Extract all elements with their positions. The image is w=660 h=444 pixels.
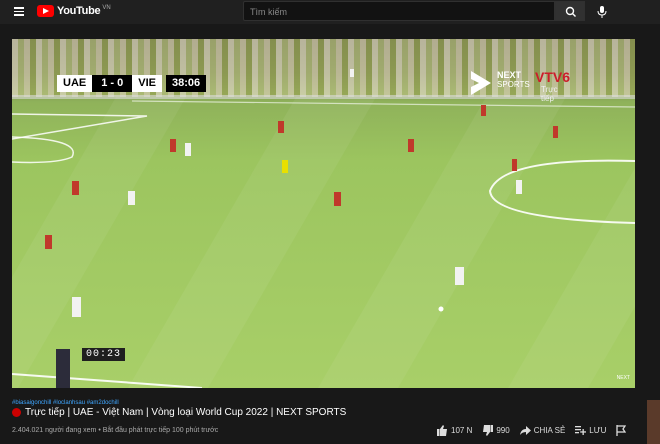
- search-icon: [565, 6, 576, 17]
- hashtags[interactable]: #biasaigonchill #loclanhsau #am2dochill: [12, 400, 119, 406]
- sports-label: SPORTS: [497, 80, 530, 89]
- next-label: NEXT: [497, 70, 522, 80]
- video-player[interactable]: UAE 1 - 0 VIE 38:06 NEXT SPORTS VTV6 Trự…: [12, 39, 635, 388]
- like-button[interactable]: 107 N: [437, 425, 472, 436]
- flag-icon[interactable]: [616, 425, 627, 436]
- vtv-logo: VTV6: [535, 69, 571, 85]
- live-label: Trực tiếp: [541, 85, 558, 103]
- match-clock: 38:06: [165, 75, 207, 92]
- dislike-button[interactable]: 990: [482, 425, 510, 436]
- region-label: VN: [102, 5, 111, 11]
- like-count: 107 N: [451, 426, 473, 435]
- youtube-logo[interactable]: YouTube VN: [37, 5, 111, 17]
- logo-text: YouTube: [57, 5, 101, 17]
- away-team: VIE: [132, 75, 162, 92]
- video-meta: 2.404.021 người đang xem • Bắt đầu phát …: [12, 427, 219, 434]
- microphone-icon[interactable]: [596, 5, 608, 19]
- save-label: LƯU: [589, 426, 607, 435]
- next-sports-logo-icon: [471, 71, 491, 95]
- search-button[interactable]: [555, 1, 585, 21]
- dislike-count: 990: [496, 426, 510, 435]
- top-bar: YouTube VN: [0, 0, 660, 24]
- score: 1 - 0: [92, 75, 133, 92]
- overlay-timer: 00:23: [82, 348, 126, 361]
- share-button[interactable]: CHIA SẺ: [519, 425, 566, 436]
- video-title: Trực tiếp | UAE - Việt Nam | Vòng loại W…: [25, 407, 347, 418]
- search-input[interactable]: [244, 3, 554, 21]
- share-icon: [519, 426, 531, 435]
- share-label: CHIA SẺ: [533, 426, 566, 435]
- live-indicator-icon: [12, 408, 21, 417]
- title-row: Trực tiếp | UAE - Việt Nam | Vòng loại W…: [12, 407, 346, 418]
- thumbs-down-icon: [483, 425, 494, 436]
- corner-watermark: NEXT: [616, 375, 630, 381]
- search-box[interactable]: [243, 1, 555, 21]
- thumbs-up-icon: [437, 425, 447, 436]
- playlist-add-icon: [575, 426, 587, 435]
- action-bar: 107 N 990 CHIA SẺ LƯU: [437, 425, 627, 436]
- save-button[interactable]: LƯU: [575, 425, 606, 436]
- home-team: UAE: [57, 75, 93, 92]
- scoreboard: UAE 1 - 0 VIE 38:06: [57, 75, 207, 92]
- related-video-thumbnail[interactable]: [647, 400, 660, 444]
- menu-icon[interactable]: [14, 7, 24, 16]
- play-icon: [37, 5, 54, 17]
